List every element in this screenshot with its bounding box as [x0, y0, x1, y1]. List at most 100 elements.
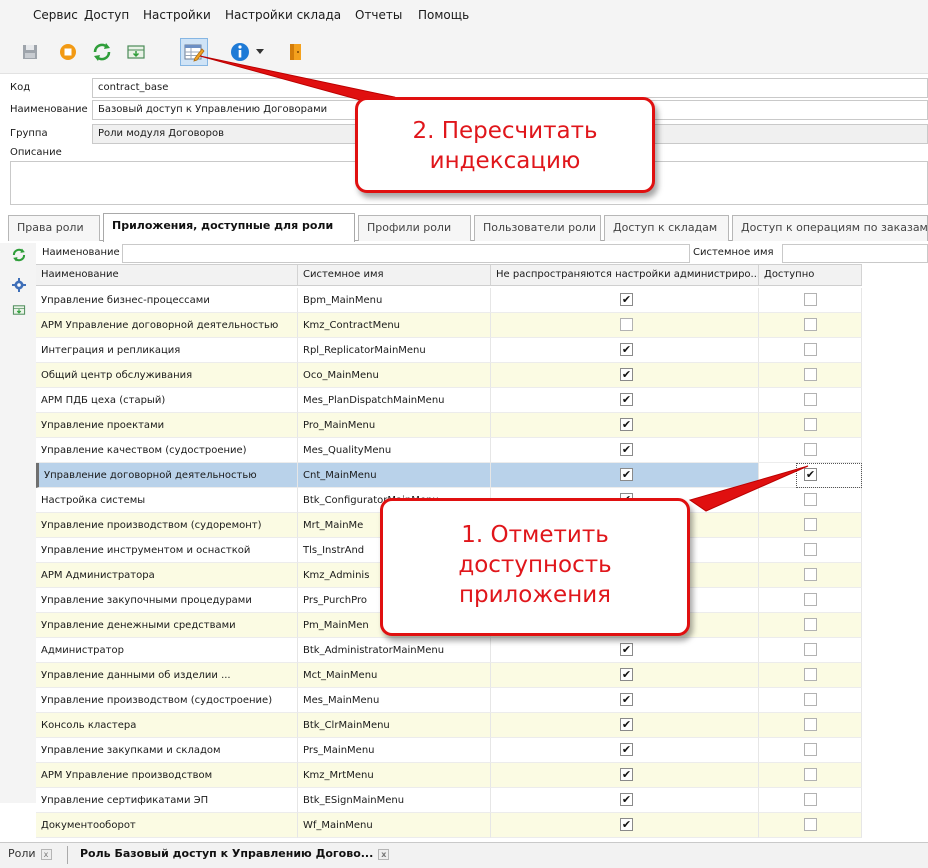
menu-settings[interactable]: Настройки — [143, 8, 211, 22]
cell-sysname: Bpm_MainMenu — [298, 288, 491, 313]
no-admin-checkbox[interactable]: ✔ — [620, 343, 633, 356]
available-checkbox[interactable] — [804, 493, 817, 506]
available-checkbox[interactable] — [804, 618, 817, 631]
col-header-name[interactable]: Наименование — [36, 265, 298, 285]
no-admin-checkbox[interactable]: ✔ — [620, 793, 633, 806]
available-checkbox[interactable] — [804, 793, 817, 806]
available-checkbox[interactable] — [804, 418, 817, 431]
col-header-available[interactable]: Доступно — [759, 265, 862, 285]
cell-name: Управление денежными средствами — [36, 613, 298, 638]
close-icon[interactable]: x — [40, 848, 52, 860]
table-row[interactable]: Управление производством (судостроение) M… — [36, 688, 862, 713]
no-admin-checkbox[interactable]: ✔ — [620, 718, 633, 731]
cell-sysname: Mct_MainMenu — [298, 663, 491, 688]
filter-name-input[interactable] — [122, 244, 690, 263]
no-admin-checkbox[interactable]: ✔ — [620, 818, 633, 831]
cell-name: Управление инструментом и оснасткой — [36, 538, 298, 563]
tab-order-operations-access[interactable]: Доступ к операциям по заказам — [732, 215, 928, 241]
no-admin-checkbox[interactable]: ✔ — [620, 668, 633, 681]
col-header-sysname[interactable]: Системное имя — [298, 265, 491, 285]
available-checkbox[interactable] — [804, 643, 817, 656]
table-row[interactable]: Интеграция и репликация Rpl_ReplicatorMai… — [36, 338, 862, 363]
tab-role-profiles[interactable]: Профили роли — [358, 215, 471, 241]
available-checkbox[interactable] — [804, 543, 817, 556]
grid-refresh-button[interactable] — [10, 246, 28, 264]
no-admin-checkbox[interactable]: ✔ — [620, 468, 633, 481]
table-row[interactable]: Управление качеством (судостроение) Mes_Q… — [36, 438, 862, 463]
no-admin-checkbox[interactable]: ✔ — [620, 643, 633, 656]
available-checkbox[interactable] — [804, 743, 817, 756]
refresh-button[interactable] — [88, 38, 116, 66]
no-admin-checkbox[interactable]: ✔ — [620, 418, 633, 431]
cell-name: Управление качеством (судостроение) — [36, 438, 298, 463]
no-admin-checkbox[interactable]: ✔ — [620, 443, 633, 456]
recalc-index-button[interactable] — [180, 38, 208, 66]
available-checkbox[interactable] — [804, 668, 817, 681]
close-icon[interactable]: x — [378, 848, 390, 860]
available-checkbox[interactable] — [804, 818, 817, 831]
no-admin-checkbox[interactable]: ✔ — [620, 293, 633, 306]
no-admin-checkbox[interactable]: ✔ — [620, 693, 633, 706]
table-row[interactable]: Документооборот Wf_MainMenu ✔ — [36, 813, 862, 838]
no-admin-checkbox[interactable] — [620, 318, 633, 331]
grid-settings-button[interactable] — [10, 276, 28, 294]
col-header-no-admin[interactable]: Не распространяются настройки администри… — [491, 265, 759, 285]
available-checkbox[interactable] — [804, 293, 817, 306]
table-row[interactable]: Управление проектами Pro_MainMenu ✔ — [36, 413, 862, 438]
table-row[interactable]: Общий центр обслуживания Oco_MainMenu ✔ — [36, 363, 862, 388]
tab-role-rights[interactable]: Права роли — [8, 215, 100, 241]
available-checkbox[interactable] — [804, 443, 817, 456]
no-admin-checkbox[interactable]: ✔ — [620, 743, 633, 756]
stop-button[interactable] — [54, 38, 82, 66]
available-checkbox[interactable] — [804, 593, 817, 606]
tab-role-applications[interactable]: Приложения, доступные для роли — [103, 213, 355, 242]
info-dropdown-button[interactable] — [252, 38, 268, 66]
cell-sysname: Cnt_MainMenu — [298, 463, 491, 488]
window-tab-roles[interactable]: Роли x — [8, 847, 52, 860]
table-row[interactable]: Консоль кластера Btk_ClrMainMenu ✔ — [36, 713, 862, 738]
table-row[interactable]: Управление договорной деятельностью Cnt_M… — [36, 463, 862, 488]
callout-recalc: 2. Пересчитать индексацию — [355, 97, 655, 193]
table-row[interactable]: Администратор Btk_AdministratorMainMenu ✔ — [36, 638, 862, 663]
menu-warehouse-settings[interactable]: Настройки склада — [225, 8, 341, 22]
table-row[interactable]: Управление данными об изделии ... Mct_Mai… — [36, 663, 862, 688]
no-admin-checkbox[interactable]: ✔ — [620, 368, 633, 381]
cell-name: Общий центр обслуживания — [36, 363, 298, 388]
tab-role-users[interactable]: Пользователи роли — [474, 215, 601, 241]
available-checkbox[interactable] — [804, 343, 817, 356]
table-row[interactable]: АРМ Управление договорной деятельностью K… — [36, 313, 862, 338]
menu-help[interactable]: Помощь — [418, 8, 469, 22]
menu-service[interactable]: Сервис — [33, 8, 78, 22]
save-button[interactable] — [16, 38, 44, 66]
filter-sysname-input[interactable] — [782, 244, 928, 263]
grid-import-button[interactable] — [10, 301, 28, 319]
table-row[interactable]: Управление закупками и складом Prs_MainMe… — [36, 738, 862, 763]
available-checkbox[interactable] — [804, 718, 817, 731]
table-row[interactable]: Управление сертификатами ЭП Btk_ESignMain… — [36, 788, 862, 813]
import-button[interactable] — [122, 38, 150, 66]
no-admin-checkbox[interactable]: ✔ — [620, 768, 633, 781]
available-checkbox[interactable] — [804, 318, 817, 331]
menu-reports[interactable]: Отчеты — [355, 8, 402, 22]
table-row[interactable]: АРМ Управление производством Kmz_MrtMenu ✔ — [36, 763, 862, 788]
tab-warehouse-access[interactable]: Доступ к складам — [604, 215, 729, 241]
cell-sysname: Btk_ClrMainMenu — [298, 713, 491, 738]
table-row[interactable]: Управление бизнес-процессами Bpm_MainMenu… — [36, 288, 862, 313]
window-tab-role-detail[interactable]: Роль Базовый доступ к Управлению Догово.… — [80, 847, 390, 860]
available-checkbox[interactable] — [804, 393, 817, 406]
available-checkbox[interactable] — [804, 368, 817, 381]
available-checkbox[interactable] — [804, 518, 817, 531]
window-tab-role-detail-label: Роль Базовый доступ к Управлению Догово.… — [80, 847, 374, 860]
available-checkbox[interactable]: ✔ — [804, 468, 817, 481]
cell-name: Интеграция и репликация — [36, 338, 298, 363]
no-admin-checkbox[interactable]: ✔ — [620, 393, 633, 406]
exit-button[interactable] — [282, 38, 310, 66]
menu-access[interactable]: Доступ — [84, 8, 129, 22]
available-checkbox[interactable] — [804, 568, 817, 581]
table-row[interactable]: АРМ ПДБ цеха (старый) Mes_PlanDispatchMai… — [36, 388, 862, 413]
code-label: Код — [10, 82, 31, 93]
code-field[interactable]: contract_base — [92, 78, 928, 98]
available-checkbox[interactable] — [804, 693, 817, 706]
available-checkbox[interactable] — [804, 768, 817, 781]
info-button[interactable] — [226, 38, 254, 66]
